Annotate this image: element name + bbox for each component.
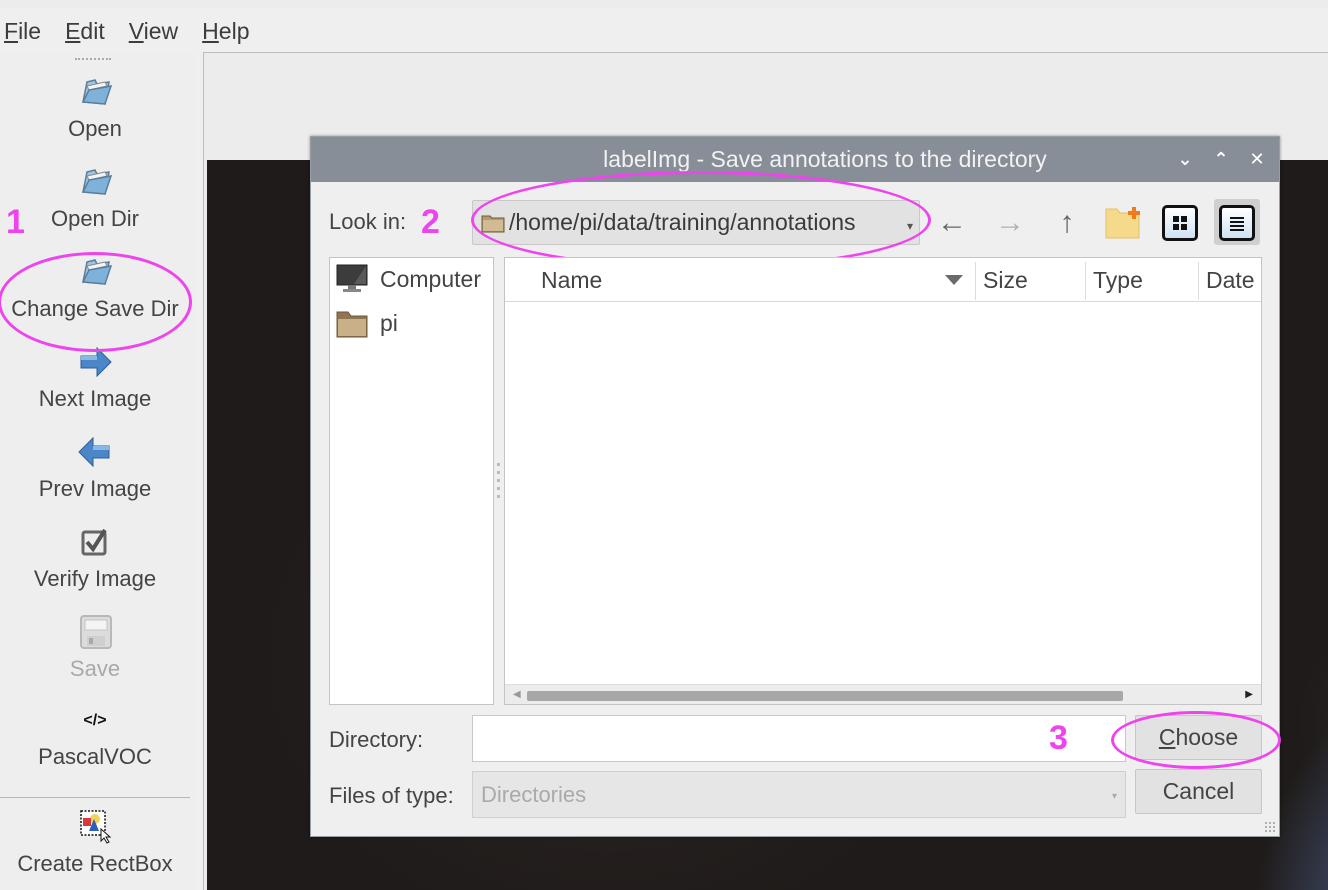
column-separator — [1085, 262, 1086, 300]
column-separator — [1198, 262, 1199, 300]
menu-edit[interactable]: Edit — [65, 18, 105, 45]
tool-prev-image-label: Prev Image — [38, 476, 152, 501]
chevron-down-icon: ▾ — [906, 219, 913, 233]
look-in-combo[interactable]: /home/pi/data/training/annotations ▾ — [472, 200, 920, 245]
tool-open-dir[interactable]: Open Dir — [0, 162, 190, 232]
left-toolbar: Open Open Dir Change Save Dir Next Image… — [0, 52, 196, 890]
floppy-disk-icon — [80, 615, 112, 649]
tool-save-label: Save — [69, 656, 121, 681]
computer-icon — [336, 264, 368, 292]
tool-verify-image-label: Verify Image — [33, 566, 157, 591]
scroll-left-icon[interactable]: ◀ — [513, 689, 521, 700]
forward-button[interactable]: → — [991, 203, 1029, 243]
place-pi[interactable]: pi — [336, 308, 398, 338]
window-top-strip — [0, 0, 1328, 8]
column-size[interactable]: Size — [983, 258, 1028, 302]
folder-open-icon — [81, 79, 113, 105]
horizontal-scrollbar[interactable]: ◀ ▶ — [505, 684, 1261, 704]
tool-open-dir-label: Open Dir — [50, 206, 140, 231]
tool-open[interactable]: Open — [0, 72, 190, 142]
menu-view[interactable]: View — [129, 18, 178, 45]
place-computer-label: Computer — [380, 265, 481, 292]
sidebar-splitter-handle[interactable] — [497, 463, 501, 503]
chevron-down-icon: ▾ — [1111, 791, 1117, 802]
scroll-right-icon[interactable]: ▶ — [1245, 689, 1253, 700]
checkbox-icon — [81, 528, 107, 556]
files-of-type-label: Files of type: — [329, 783, 454, 808]
grid-view-icon — [1162, 205, 1198, 241]
look-in-path: /home/pi/data/training/annotations — [509, 209, 856, 235]
toolbar-grip-handle[interactable] — [75, 58, 111, 60]
directory-input[interactable] — [472, 715, 1126, 762]
places-sidebar: Computer pi — [329, 257, 494, 705]
tool-verify-image[interactable]: Verify Image — [0, 522, 190, 592]
back-button[interactable]: ← — [933, 203, 971, 243]
tool-pascalvoc-label: PascalVOC — [38, 744, 152, 769]
folder-open-icon — [81, 169, 113, 195]
code-tag-icon: </> — [83, 712, 107, 729]
create-rect-icon — [80, 810, 112, 844]
tool-prev-image[interactable]: Prev Image — [0, 432, 190, 502]
tool-create-rectbox[interactable]: Create RectBox — [0, 807, 190, 877]
grid-icon — [1173, 216, 1187, 230]
annotation-step-3: 3 — [1049, 719, 1068, 757]
arrow-left-icon — [78, 436, 110, 468]
minimize-button[interactable]: ⌄ — [1175, 149, 1195, 170]
resize-grip-handle[interactable] — [1264, 821, 1276, 833]
scrollbar-thumb[interactable] — [527, 691, 1123, 701]
new-folder-button[interactable] — [1105, 205, 1143, 239]
parent-dir-button[interactable]: ↑ — [1048, 203, 1086, 243]
folder-open-icon — [81, 259, 113, 285]
toolbar-separator — [0, 797, 190, 798]
look-in-label: Look in: — [329, 209, 407, 234]
dialog-title: labelImg - Save annotations to the direc… — [603, 146, 1047, 172]
place-pi-label: pi — [380, 309, 398, 336]
column-type[interactable]: Type — [1093, 258, 1143, 302]
save-dir-dialog: labelImg - Save annotations to the direc… — [310, 136, 1281, 837]
column-date[interactable]: Date — [1206, 258, 1255, 302]
tool-save[interactable]: Save — [0, 612, 190, 682]
column-name[interactable]: Name — [541, 258, 602, 302]
directory-label: Directory: — [329, 727, 424, 752]
new-folder-icon — [1105, 207, 1140, 239]
annotation-step-1: 1 — [6, 203, 25, 241]
file-list[interactable]: Name Size Type Date ◀ ▶ — [504, 257, 1262, 705]
tool-next-image[interactable]: Next Image — [0, 342, 190, 412]
arrow-right-icon — [80, 346, 112, 378]
tool-pascalvoc[interactable]: </> PascalVOC — [0, 704, 190, 770]
close-button[interactable]: ✕ — [1247, 149, 1267, 170]
icon-view-button[interactable] — [1157, 199, 1203, 245]
place-computer[interactable]: Computer — [336, 264, 481, 294]
maximize-button[interactable]: ⌃ — [1211, 149, 1231, 170]
column-separator — [975, 262, 976, 300]
file-list-header: Name Size Type Date — [505, 258, 1261, 302]
list-view-icon — [1219, 205, 1255, 241]
list-icon — [1230, 217, 1244, 231]
dialog-titlebar[interactable]: labelImg - Save annotations to the direc… — [311, 137, 1279, 182]
choose-button[interactable]: Choose — [1135, 715, 1262, 760]
folder-icon — [481, 215, 505, 232]
annotation-step-2: 2 — [421, 203, 440, 241]
files-of-type-select[interactable]: Directories ▾ — [472, 771, 1126, 818]
menubar: File Edit View Help — [0, 12, 1328, 50]
sort-descending-icon — [945, 275, 963, 285]
files-of-type-value: Directories — [481, 782, 587, 807]
tool-next-image-label: Next Image — [38, 386, 152, 411]
tool-create-rectbox-label: Create RectBox — [17, 851, 173, 876]
tool-open-label: Open — [68, 116, 122, 141]
detail-view-button[interactable] — [1214, 199, 1260, 245]
cancel-button[interactable]: Cancel — [1135, 769, 1262, 814]
menu-file[interactable]: File — [4, 18, 41, 45]
menu-help[interactable]: Help — [202, 18, 249, 45]
tool-change-save-dir[interactable]: Change Save Dir — [0, 252, 190, 322]
folder-icon — [336, 311, 368, 338]
tool-change-save-dir-label: Change Save Dir — [11, 296, 179, 321]
